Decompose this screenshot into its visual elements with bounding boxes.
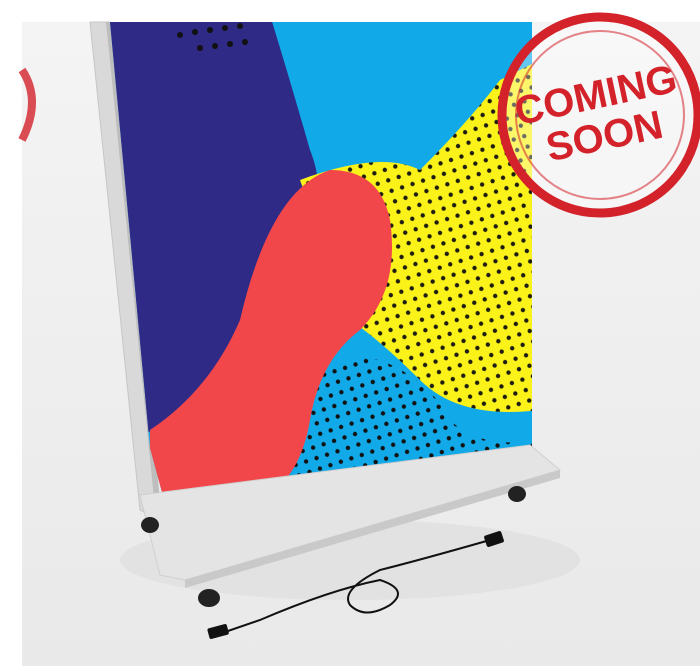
left-border [0,0,22,666]
product-scene: COMING SOON [0,0,700,666]
caster-wheel-back-right [508,486,526,502]
caster-wheel-back-left [141,517,159,533]
caster-wheel-front-left [198,589,220,607]
